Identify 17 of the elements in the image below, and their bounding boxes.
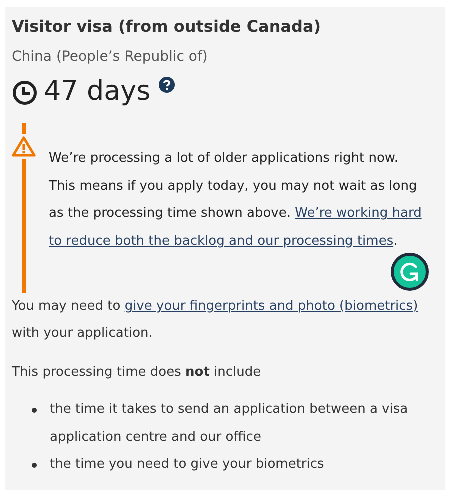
refresh-icon	[399, 261, 421, 283]
exclusions-intro: This processing time does not include	[12, 364, 262, 382]
backlog-link[interactable]: to reduce both the backlog and our processing times	[49, 234, 394, 248]
warning-message: We’re processing a lot of older applications right now. This means if you apply today, you may not wait as long as the processing time shown above. We’re working hard to reduce both the backlog and our processing times.	[49, 150, 423, 250]
warning-icon	[12, 136, 36, 157]
assistant-button[interactable]	[391, 253, 429, 291]
country-name: China (People’s Republic of)	[12, 49, 209, 65]
bullet-icon	[32, 463, 37, 468]
backlog-link[interactable]: We’re working hard	[295, 206, 422, 221]
help-icon[interactable]	[158, 77, 175, 93]
exclusion-item: the time you need to give your biometrics	[50, 456, 324, 474]
clock-icon	[12, 80, 38, 106]
processing-time: 47 days	[44, 75, 151, 109]
biometrics-note: You may need to give your fingerprints and photo (biometrics) with your application.	[12, 298, 420, 343]
visa-title: Visitor visa (from outside Canada)	[12, 17, 322, 36]
biometrics-link[interactable]: give your fingerprints and photo (biometrics)	[124, 299, 418, 314]
bullet-icon	[32, 408, 37, 413]
